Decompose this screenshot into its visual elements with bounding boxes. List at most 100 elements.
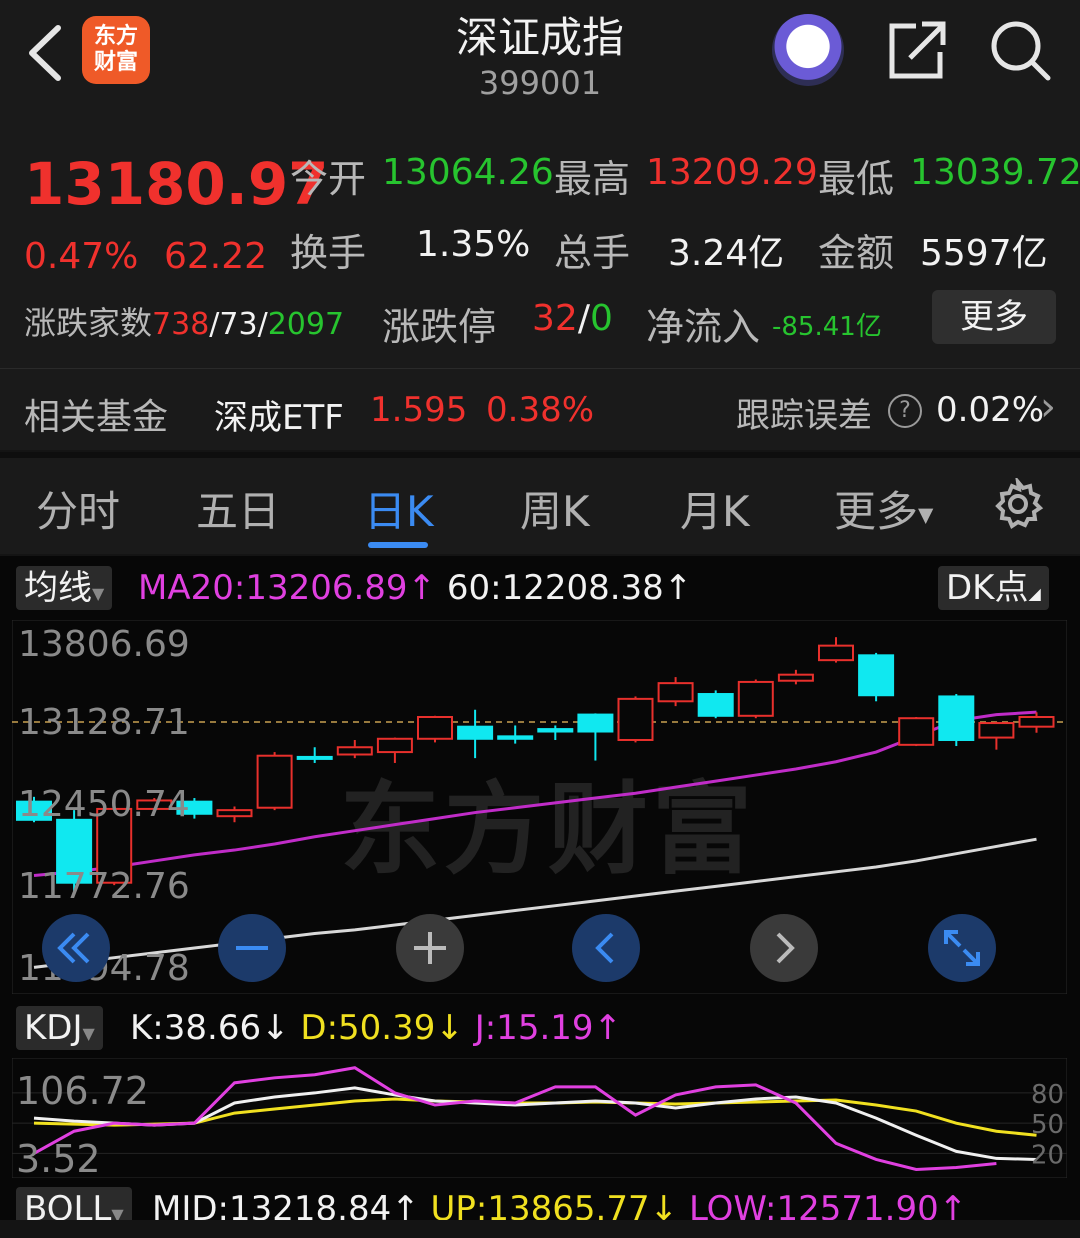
settings-gear-icon[interactable] bbox=[992, 478, 1044, 530]
tab-weekly-k[interactable]: 周K bbox=[520, 478, 590, 539]
double-chevron-left-icon bbox=[57, 932, 90, 964]
up-arrow-icon: ↑ bbox=[407, 568, 437, 608]
volume-label: 总手 bbox=[554, 231, 631, 275]
kdj-level-label: 80 bbox=[1031, 1080, 1064, 1110]
candle bbox=[1018, 712, 1055, 733]
breadth-slash-1: / bbox=[209, 307, 220, 342]
candle-body bbox=[898, 717, 935, 746]
candle-body bbox=[737, 680, 774, 717]
fund-price: 1.595 bbox=[370, 390, 468, 430]
assistant-robot-icon[interactable] bbox=[772, 14, 844, 86]
rewind-button[interactable] bbox=[42, 914, 110, 982]
amount-value: 5597亿 bbox=[920, 233, 1048, 274]
candle-body bbox=[577, 713, 614, 733]
search-icon[interactable] bbox=[988, 18, 1052, 82]
candle bbox=[938, 694, 975, 747]
candle bbox=[858, 652, 895, 702]
expand-icon bbox=[944, 930, 980, 966]
candle bbox=[577, 713, 614, 761]
kdj-selector-button[interactable]: KDJ▼ bbox=[16, 1006, 103, 1050]
zoom-in-button[interactable] bbox=[396, 914, 464, 982]
page-title: 深证成指 bbox=[455, 13, 624, 62]
dk-point-button[interactable]: DK点◢ bbox=[938, 566, 1049, 610]
netflow-value: -85.41亿 bbox=[772, 312, 882, 342]
next-button[interactable] bbox=[750, 914, 818, 982]
candle bbox=[657, 677, 694, 707]
breadth-flat: 73 bbox=[219, 307, 258, 342]
k-value: K:38.66 bbox=[130, 1008, 262, 1048]
candle bbox=[697, 690, 734, 719]
change-value: 62.22 bbox=[164, 236, 268, 277]
limit-label: 涨跌停 bbox=[382, 305, 497, 349]
share-icon[interactable] bbox=[886, 18, 948, 82]
y-axis-label: 13128.71 bbox=[18, 702, 190, 743]
back-arrow-icon[interactable] bbox=[22, 18, 66, 88]
candle bbox=[777, 669, 814, 685]
up-arrow-icon: ↑ bbox=[593, 1008, 623, 1048]
minus-icon bbox=[236, 946, 268, 950]
tab-intraday[interactable]: 分时 bbox=[36, 478, 120, 539]
low-value: 13039.72 bbox=[910, 152, 1080, 193]
kdj-level-label: 20 bbox=[1031, 1140, 1064, 1170]
up-arrow-icon: ↑ bbox=[663, 568, 693, 608]
j-value: J:15.19 bbox=[474, 1008, 594, 1048]
y-axis-label: 13806.69 bbox=[18, 624, 190, 665]
dropdown-caret-icon: ▼ bbox=[92, 584, 105, 603]
breadth-label: 涨跌家数 bbox=[24, 304, 153, 342]
high-value: 13209.29 bbox=[646, 152, 818, 193]
candle bbox=[336, 739, 373, 759]
chevron-right-icon[interactable]: › bbox=[1040, 384, 1056, 430]
dropdown-caret-icon: ▼ bbox=[82, 1024, 95, 1043]
candle-body bbox=[617, 697, 654, 741]
tracking-error-label: 跟踪误差 bbox=[736, 396, 872, 436]
candle-body bbox=[938, 695, 975, 741]
candle-body bbox=[1018, 716, 1055, 728]
plus-icon bbox=[414, 932, 446, 964]
help-icon[interactable]: ? bbox=[888, 394, 922, 428]
stock-code: 399001 bbox=[478, 64, 602, 102]
amount-label: 金额 bbox=[818, 231, 895, 275]
open-value: 13064.26 bbox=[382, 152, 554, 193]
candle bbox=[216, 806, 253, 823]
candlestick-chart[interactable]: 13806.6913128.7112450.7411772.7611094.78 bbox=[12, 620, 1067, 994]
y-axis-label: 11772.76 bbox=[18, 866, 190, 907]
chevron-left-icon bbox=[595, 932, 614, 964]
candle-body bbox=[256, 754, 293, 809]
ma60-value: 60:12208.38 bbox=[446, 568, 664, 608]
ma-selector-button[interactable]: 均线▼ bbox=[16, 566, 113, 610]
down-arrow-icon: ↓ bbox=[261, 1008, 290, 1048]
more-quote-button[interactable]: 更多 bbox=[932, 290, 1056, 344]
fund-name[interactable]: 深成ETF bbox=[214, 390, 344, 439]
previous-button[interactable] bbox=[572, 914, 640, 982]
kdj-chart[interactable]: 805020 106.72 3.52 bbox=[12, 1058, 1067, 1178]
tab-five-day[interactable]: 五日 bbox=[196, 478, 280, 539]
kdj-y-label: 106.72 bbox=[16, 1069, 149, 1113]
ma-selector-label: 均线 bbox=[24, 568, 92, 608]
divider bbox=[0, 368, 1080, 369]
breadth-slash-2: / bbox=[257, 307, 268, 342]
ma20-value: MA20:13206.89 bbox=[138, 568, 408, 608]
volume-value: 3.24亿 bbox=[668, 233, 785, 274]
tab-more[interactable]: 更多▼ bbox=[834, 478, 933, 539]
tab-daily-k[interactable]: 日K bbox=[364, 478, 434, 539]
zoom-out-button[interactable] bbox=[218, 914, 286, 982]
candle-body bbox=[457, 725, 494, 740]
candle-body bbox=[417, 716, 453, 740]
chevron-right-icon bbox=[776, 932, 795, 964]
tab-monthly-k[interactable]: 月K bbox=[680, 478, 750, 539]
candle-body bbox=[537, 728, 574, 733]
candle bbox=[296, 747, 333, 763]
candle-body bbox=[296, 755, 333, 760]
kdj-j-line bbox=[33, 1066, 997, 1172]
candle bbox=[376, 737, 413, 763]
fund-percent: 0.38% bbox=[486, 390, 595, 430]
dropdown-caret-icon: ▼ bbox=[918, 502, 934, 527]
d-value: D:50.39 bbox=[300, 1008, 436, 1048]
bottom-bar bbox=[0, 1220, 1080, 1238]
candle-body bbox=[336, 746, 373, 756]
eastmoney-logo: 东方 财富 bbox=[82, 16, 150, 84]
candle-body bbox=[777, 673, 814, 682]
change-percent: 0.47% bbox=[24, 236, 139, 277]
fullscreen-button[interactable] bbox=[928, 914, 996, 982]
y-axis-label: 12450.74 bbox=[18, 784, 190, 825]
